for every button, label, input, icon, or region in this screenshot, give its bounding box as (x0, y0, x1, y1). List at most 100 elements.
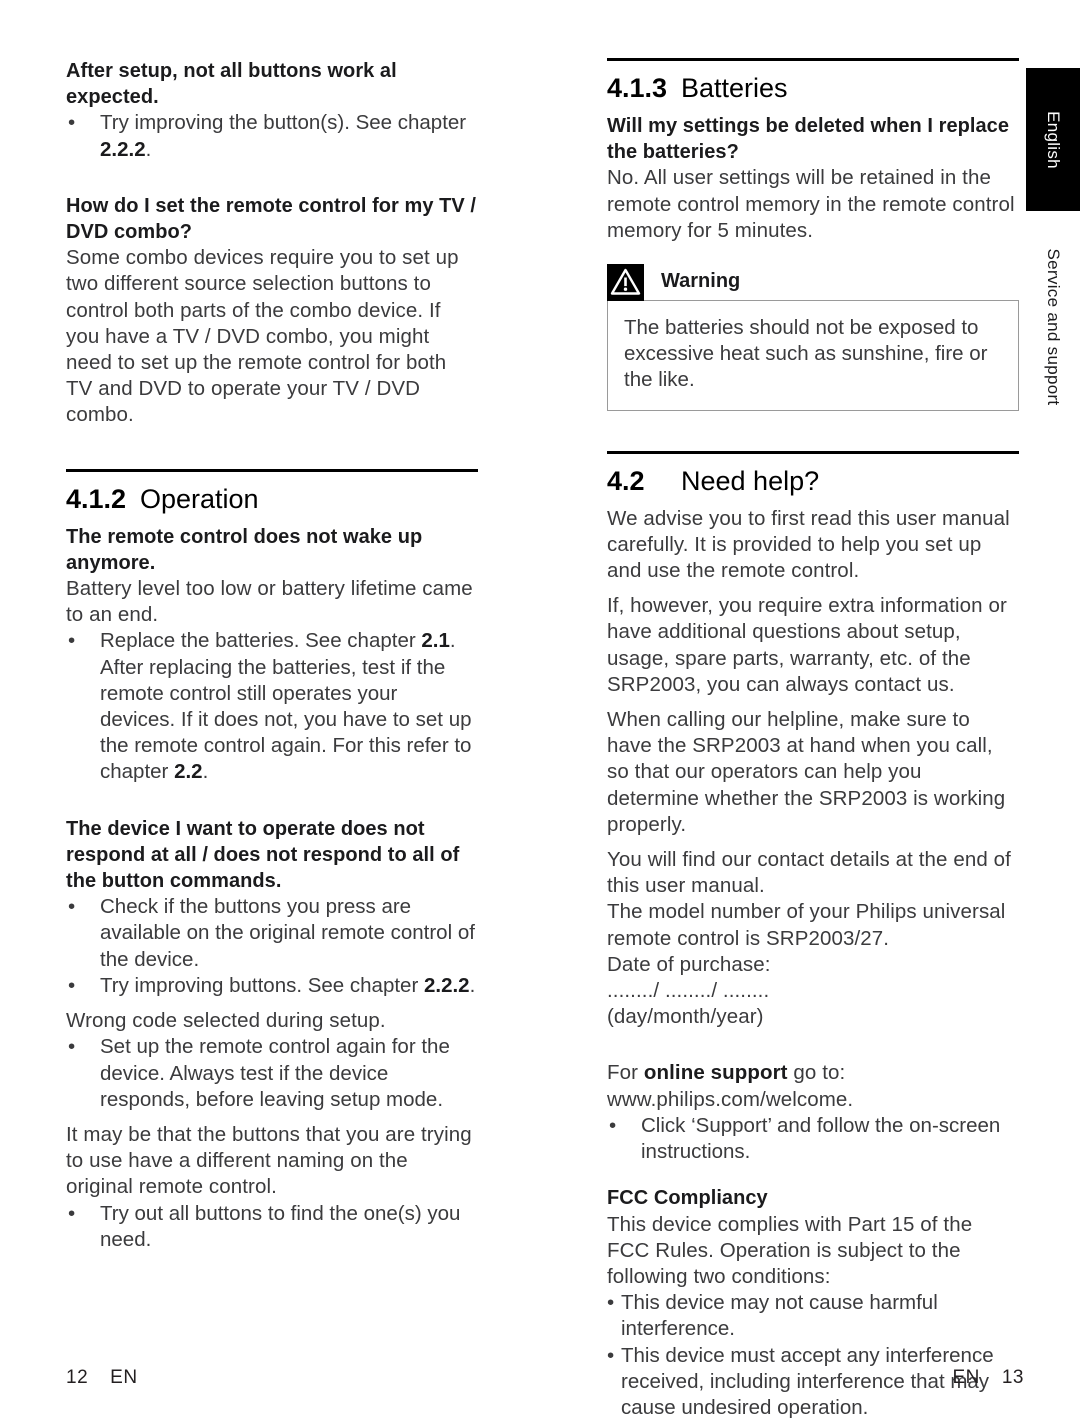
faq1-bullet-text: Try improving the button(s). See chapter… (100, 110, 478, 162)
footer-left-page: 12 EN (66, 1367, 138, 1389)
list-item: • This device may not cause harmful inte… (607, 1290, 1019, 1342)
date-of-purchase-label: Date of purchase: (607, 952, 771, 976)
bullet-dot-icon: • (68, 111, 76, 135)
section-number: 4.2 (607, 465, 645, 496)
section-title: Operation (140, 483, 259, 514)
need-help-paragraph-4: You will find our contact details at the… (607, 848, 1011, 898)
section-divider (607, 450, 1019, 454)
faq3-bullet-text: Replace the batteries. See chapter 2.1. … (100, 628, 478, 785)
faq-answer-wake-up: Battery level too low or battery lifetim… (66, 577, 473, 627)
bullet-dot-icon: • (68, 1201, 76, 1225)
fcc-condition-1: This device may not cause harmful interf… (621, 1291, 938, 1341)
date-of-purchase-format: (day/month/year) (607, 1005, 764, 1029)
list-item: • Try improving the button(s). See chapt… (66, 110, 478, 162)
faq4-paragraph-wrong-code: Wrong code selected during setup. (66, 1009, 386, 1033)
faq4-bullet-4: Try out all buttons to find the one(s) y… (100, 1201, 461, 1251)
section-divider (607, 58, 1019, 61)
left-page-column: After setup, not all buttons work al exp… (66, 58, 478, 1253)
faq4-bullet2-pre: Try improving buttons. See chapter (100, 973, 424, 997)
section-title: Batteries (681, 73, 788, 103)
faq4-bullet-3: Set up the remote control again for the … (100, 1035, 450, 1111)
faq-answer-settings-deleted: No. All user settings will be retained i… (607, 166, 1015, 242)
list-item: • Set up the remote control again for th… (66, 1034, 478, 1113)
list-item: • Replace the batteries. See chapter 2.1… (66, 628, 478, 785)
fcc-compliancy-heading: FCC Compliancy (607, 1187, 768, 1210)
warning-triangle-icon (607, 264, 644, 302)
bullet-dot-icon: • (607, 1343, 615, 1367)
need-help-paragraph-2: If, however, you require extra informati… (607, 594, 1007, 696)
chapter-ref: 2.2.2 (100, 137, 146, 161)
section-number: 4.1.2 (66, 483, 127, 514)
manual-page-spread: After setup, not all buttons work al exp… (0, 0, 1080, 1419)
faq3-bullet-post: . (202, 760, 209, 784)
bullet-dot-icon: • (607, 1291, 615, 1315)
bullet-dot-icon: • (68, 629, 76, 653)
language-code-right: EN (952, 1367, 980, 1388)
online-support-post: go to: (787, 1061, 846, 1085)
section-side-tab-label: Service and support (1044, 248, 1063, 406)
list-item: • Check if the buttons you press are ava… (66, 894, 478, 973)
faq1-bullet-post: . (145, 137, 152, 161)
section-heading-batteries: 4.1.3 Batteries (607, 71, 1019, 105)
right-page-column: 4.1.3 Batteries Will my settings be dele… (607, 58, 1019, 1421)
bullet-dot-icon: • (68, 1035, 76, 1059)
language-side-tab-label: English (1044, 110, 1063, 169)
need-help-paragraph-1: We advise you to first read this user ma… (607, 506, 1010, 583)
section-heading-operation: 4.1.2 Operation (66, 482, 478, 516)
need-help-paragraph-3: When calling our helpline, make sure to … (607, 708, 1006, 836)
warning-body-text: The batteries should not be exposed to e… (624, 316, 988, 392)
section-divider (66, 468, 478, 472)
section-side-tab: Service and support (1026, 232, 1080, 422)
faq4-bullet-1: Check if the buttons you press are avail… (100, 895, 475, 971)
faq-question-setup-buttons: After setup, not all buttons work al exp… (66, 60, 397, 109)
faq-question-device-no-respond: The device I want to operate does not re… (66, 817, 460, 893)
page-number-right: 13 (1001, 1367, 1024, 1388)
faq4-paragraph-naming: It may be that the buttons that you are … (66, 1122, 472, 1199)
online-support-pre: For (607, 1061, 644, 1085)
section-heading-need-help: 4.2 Need help? (607, 464, 1019, 498)
language-side-tab: English (1026, 68, 1080, 211)
faq-question-wake-up: The remote control does not wake up anym… (66, 525, 423, 574)
footer-right-page: EN 13 (952, 1367, 1024, 1389)
bullet-dot-icon: • (609, 1113, 617, 1137)
warning-title: Warning (661, 270, 741, 293)
fcc-intro-text: This device complies with Part 15 of the… (607, 1212, 973, 1288)
chapter-ref: 2.1 (421, 629, 450, 653)
online-support-bullet: Click ‘Support’ and follow the on-screen… (641, 1113, 1001, 1164)
warning-header: Warning (607, 264, 1019, 302)
date-of-purchase-blanks[interactable]: ......../ ......../ ........ (607, 978, 1019, 1004)
warning-body: The batteries should not be exposed to e… (607, 300, 1019, 411)
language-code-left: EN (110, 1367, 138, 1388)
online-support-line: For online support go to: (607, 1060, 1019, 1086)
bullet-dot-icon: • (68, 895, 76, 919)
faq4-bullet-2: Try improving buttons. See chapter 2.2.2… (100, 973, 478, 999)
need-help-paragraph-5: The model number of your Philips univers… (607, 900, 1006, 950)
warning-callout: Warning The batteries should not be expo… (607, 264, 1019, 411)
section-number: 4.1.3 (607, 73, 668, 103)
support-website-link[interactable]: www.philips.com/welcome. (607, 1087, 1019, 1113)
list-item: • Try improving buttons. See chapter 2.2… (66, 973, 478, 999)
faq-question-settings-deleted: Will my settings be deleted when I repla… (607, 115, 1010, 164)
chapter-ref: 2.2 (174, 760, 203, 784)
faq3-bullet-pre: Replace the batteries. See chapter (100, 629, 422, 653)
page-number-left: 12 (66, 1367, 89, 1388)
bullet-dot-icon: • (68, 973, 76, 997)
section-title: Need help? (681, 465, 820, 496)
online-support-emphasis: online support (643, 1061, 788, 1085)
faq-question-tv-dvd-combo: How do I set the remote control for my T… (66, 194, 476, 244)
list-item: • Click ‘Support’ and follow the on-scre… (607, 1113, 1019, 1165)
chapter-ref: 2.2.2 (423, 973, 470, 997)
faq3-bullet-mid: . After replacing the batteries, test if… (100, 629, 472, 784)
faq1-bullet-pre: Try improving the button(s). See chapter (100, 111, 467, 135)
